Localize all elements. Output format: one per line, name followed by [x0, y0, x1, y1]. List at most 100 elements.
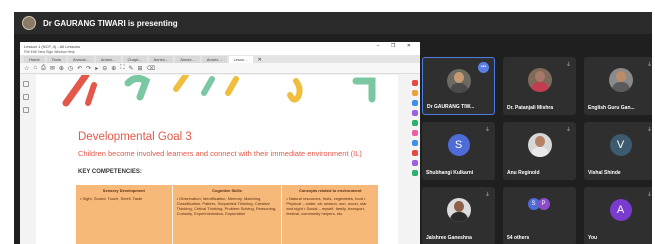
toolbar-icon[interactable]: ☆ — [24, 65, 29, 72]
pdf-tab[interactable]: Chapt... — [122, 56, 147, 63]
decorative-header-art — [62, 75, 376, 107]
mic-muted-icon: ⏚ — [646, 192, 652, 198]
participant-tile[interactable]: ⏚ Dr. Patanjali Mishra — [503, 57, 576, 115]
toolbar-icon[interactable]: ⊕ — [111, 65, 116, 72]
toolbar-icon[interactable]: ⊖ — [102, 65, 107, 72]
toolbar-icon[interactable]: ⎙ — [41, 65, 46, 72]
sidebar-tool-icon[interactable] — [412, 110, 418, 116]
sidebar-tool-icon[interactable] — [412, 100, 418, 106]
participant-name: English Guru Gan... — [588, 105, 635, 111]
participant-tile[interactable]: ⏚ Jalshree Ganeshna — [422, 187, 495, 244]
pdf-tab[interactable]: Tools — [46, 56, 67, 63]
toolbar-icon[interactable]: ⌫ — [147, 65, 155, 72]
participant-name: 54 others — [507, 235, 530, 241]
toolbar-icon[interactable]: ⛶ — [120, 65, 124, 72]
participant-photo — [527, 68, 552, 92]
toolbar-icon[interactable]: ⌂ — [33, 65, 37, 71]
participant-name: Anu Reginold — [507, 170, 540, 176]
participant-name: You — [588, 235, 598, 241]
mic-muted-icon: ⏚ — [565, 127, 571, 133]
presenting-text: Dr GAURANG TIWARI is presenting — [43, 18, 178, 28]
competency-body: • Sight, Sound, Touch, Smell, Taste — [80, 196, 143, 201]
others-avatar: P — [537, 198, 550, 210]
participant-tile[interactable]: ⏚ English Guru Gan... — [584, 57, 652, 115]
toolbar-icon[interactable]: ✎ — [128, 65, 133, 72]
more-options-icon[interactable]: ••• — [478, 62, 489, 73]
left-tool-rail — [20, 75, 32, 244]
shared-screen[interactable]: Lesson 1 (NCF, 4) - All Lessons – ❐ ✕ Fi… — [20, 42, 420, 244]
participant-photo — [446, 198, 471, 222]
sidebar-tool-icon[interactable] — [412, 120, 418, 126]
presenter-avatar — [22, 16, 36, 30]
right-tool-rail — [410, 75, 420, 244]
toolbar-icon[interactable]: ↷ — [86, 65, 91, 72]
pdf-window-title: Lesson 1 (NCF, 4) - All Lessons — [24, 43, 81, 49]
participant-tile[interactable]: V ⏚ Vishal Shinde — [584, 122, 652, 180]
tab-close-icon[interactable]: ✕ — [255, 57, 265, 63]
competency-header: Sensory Development — [102, 188, 145, 193]
participant-tile[interactable]: A ⏚ You — [584, 187, 652, 244]
participant-name: Dr GAURANG TIW... — [427, 104, 475, 110]
key-competencies-label: KEY COMPETENCIES: — [78, 169, 142, 175]
photo-body — [530, 147, 549, 157]
sidebar-tool-icon[interactable] — [412, 130, 418, 136]
photo-head — [534, 71, 545, 82]
mic-muted-icon: ⏚ — [646, 62, 652, 68]
participant-name: Vishal Shinde — [588, 170, 621, 176]
participant-tile[interactable]: S P 54 others — [503, 187, 576, 244]
others-avatars: SP — [527, 198, 552, 210]
toolbar-icon[interactable]: ▸ — [95, 65, 98, 72]
competency-column: Concepts related to environment • Natural… — [282, 185, 378, 244]
sidebar-tool-icon[interactable] — [412, 170, 418, 176]
participant-name: Shubhangi Kulkarni — [426, 170, 474, 176]
window-controls[interactable]: – ❐ ✕ — [377, 43, 416, 49]
participant-tile[interactable]: S ⏚ Shubhangi Kulkarni — [422, 122, 495, 180]
attachment-icon[interactable] — [23, 107, 29, 113]
sidebar-tool-icon[interactable] — [412, 150, 418, 156]
sidebar-tool-icon[interactable] — [412, 140, 418, 146]
pdf-tab[interactable]: Annex... — [201, 56, 227, 63]
toolbar-icon[interactable]: ⊞ — [138, 65, 143, 72]
meeting-area: Lesson 1 (NCF, 4) - All Lessons – ❐ ✕ Fi… — [14, 34, 652, 244]
presenting-banner: Dr GAURANG TIWARI is presenting — [14, 12, 652, 34]
toolbar-icon[interactable]: ↶ — [77, 65, 82, 72]
toolbar-icon[interactable]: ◷ — [68, 65, 73, 72]
mic-muted-icon: ⏚ — [484, 127, 490, 133]
participant-tile[interactable]: ⏚ Anu Reginold — [503, 122, 576, 180]
photo-head — [453, 72, 464, 83]
photo-head — [534, 136, 545, 147]
pdf-tab[interactable]: Home — [24, 56, 45, 63]
pdf-tab[interactable]: Annex... — [148, 56, 174, 63]
pdf-tab[interactable]: Annual... — [68, 56, 94, 63]
participant-avatar: A — [609, 199, 632, 221]
participant-avatar: S — [447, 134, 470, 156]
competency-body: • Natural resources, fruits, vegetables,… — [286, 196, 367, 216]
photo-body — [449, 212, 468, 222]
participant-photo — [527, 133, 552, 157]
mic-muted-icon: ⏚ — [646, 127, 652, 133]
toolbar-icon[interactable]: ⊕ — [59, 65, 64, 72]
competency-body: • Observation, Identification, Memory, M… — [176, 196, 277, 216]
competencies-table: Sensory Development • Sight, Sound, Touch… — [76, 185, 378, 244]
goal-subtitle: Children become involved learners and co… — [78, 149, 362, 158]
thumbnail-icon[interactable] — [23, 81, 29, 87]
pdf-tab[interactable]: Annex... — [175, 56, 200, 63]
photo-head — [453, 201, 464, 212]
pdf-tab-bar: Home Tools Annual... Annex... Chapt... Annex.… — [20, 55, 420, 63]
photo-body — [530, 82, 549, 92]
pdf-window-titlebar: Lesson 1 (NCF, 4) - All Lessons – ❐ ✕ — [20, 42, 420, 50]
competency-header: Concepts related to environment — [298, 188, 362, 193]
pdf-tab[interactable]: Annex... — [95, 56, 121, 63]
participant-name: Jalshree Ganeshna — [426, 235, 472, 241]
sidebar-tool-icon[interactable] — [412, 90, 418, 96]
mic-muted-icon: ⏚ — [484, 192, 490, 198]
pdf-toolbar: ☆ ⌂ ⎙ ✉ ⊕ ◷ ↶ ↷ ▸ ⊖ ⊕ ⛶ ✎ ⊞ ⌫ — [20, 63, 420, 74]
sidebar-tool-icon[interactable] — [412, 80, 418, 86]
photo-head — [615, 71, 626, 82]
participant-tile[interactable]: ••• Dr GAURANG TIW... — [422, 57, 495, 115]
photo-body — [611, 82, 630, 92]
toolbar-icon[interactable]: ✉ — [50, 65, 55, 72]
pdf-tab[interactable]: Lesso... — [228, 56, 253, 63]
bookmark-icon[interactable] — [23, 94, 29, 100]
sidebar-tool-icon[interactable] — [412, 160, 418, 166]
